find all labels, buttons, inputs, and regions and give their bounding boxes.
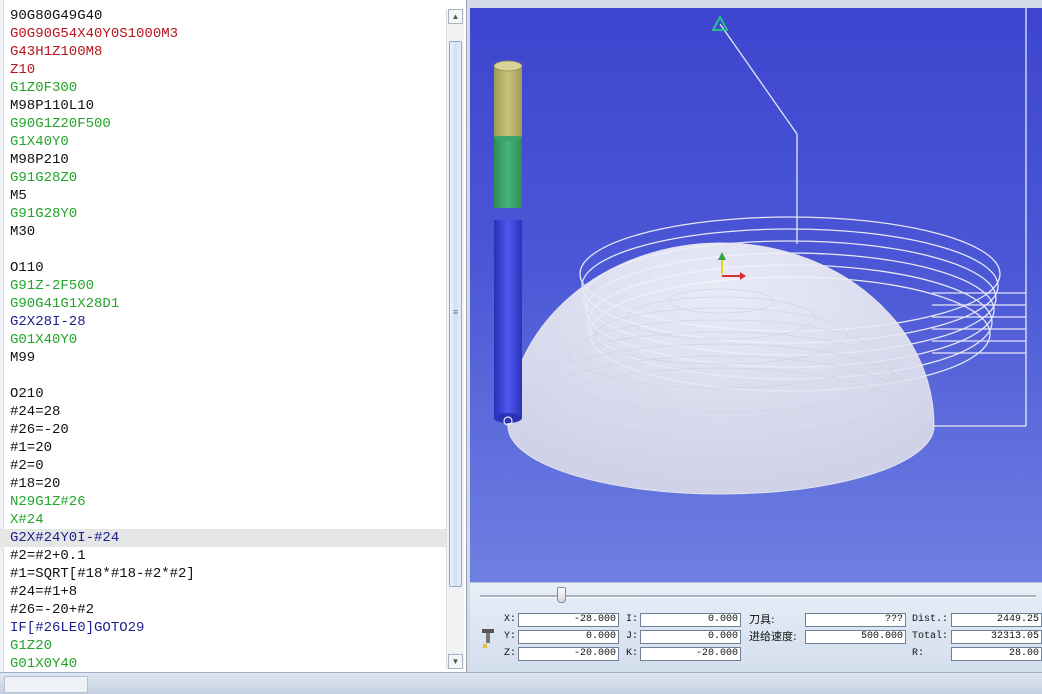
code-line[interactable]: #26=-20 xyxy=(10,421,446,439)
code-line[interactable]: G01X0Y40 xyxy=(10,655,446,672)
y-value-field: 0.000 xyxy=(518,630,619,644)
dist-label: Dist.: xyxy=(912,614,949,625)
z-label: Z: xyxy=(504,648,517,659)
editor-gutter xyxy=(0,0,4,672)
nc-code-lines[interactable]: 90G80G49G40 G0G90G54X40Y0S1000M3 G43H1Z100… xyxy=(0,7,446,672)
code-line[interactable]: G1Z20 xyxy=(10,637,446,655)
tool-label: 刀具: xyxy=(749,613,775,626)
code-line[interactable]: G1X40Y0 xyxy=(10,133,446,151)
j-label: J: xyxy=(626,631,639,642)
total-value-field: 32313.05 xyxy=(951,630,1042,644)
feed-rate-label: 进给速度: xyxy=(749,630,797,643)
code-line[interactable]: #18=20 xyxy=(10,475,446,493)
code-line[interactable]: #26=-20+#2 xyxy=(10,601,446,619)
simulation-scene xyxy=(493,8,1027,495)
triangle-marker-icon xyxy=(711,14,729,31)
code-line[interactable]: O210 xyxy=(10,385,446,403)
cutting-tool xyxy=(493,60,523,426)
code-line[interactable]: G90G1Z20F500 xyxy=(10,115,446,133)
code-line[interactable]: G91Z-2F500 xyxy=(10,277,446,295)
tool-icon xyxy=(482,629,494,649)
scrollbar-thumb[interactable]: ≡ xyxy=(449,41,462,587)
scroll-down-arrow-icon[interactable]: ▼ xyxy=(448,654,463,669)
code-line[interactable] xyxy=(10,367,446,385)
code-line[interactable]: #1=20 xyxy=(10,439,446,457)
code-line[interactable]: M5 xyxy=(10,187,446,205)
code-line[interactable]: #24=#1+8 xyxy=(10,583,446,601)
editor-vertical-scrollbar[interactable]: ▲ ≡ ▼ xyxy=(446,9,464,669)
r-label: R: xyxy=(912,648,925,659)
code-line[interactable]: G91G28Z0 xyxy=(10,169,446,187)
code-line[interactable]: #2=#2+0.1 xyxy=(10,547,446,565)
playback-slider-thumb[interactable] xyxy=(556,587,566,603)
nc-code-editor[interactable]: 90G80G49G40 G0G90G54X40Y0S1000M3 G43H1Z100… xyxy=(0,0,467,672)
code-line[interactable]: X#24 xyxy=(10,511,446,529)
code-line[interactable]: G0G90G54X40Y0S1000M3 xyxy=(10,25,446,43)
code-line[interactable]: G1Z0F300 xyxy=(10,79,446,97)
j-value-field: 0.000 xyxy=(640,630,741,644)
code-line[interactable]: M98P210 xyxy=(10,151,446,169)
code-line[interactable]: M98P110L10 xyxy=(10,97,446,115)
code-line[interactable]: G43H1Z100M8 xyxy=(10,43,446,61)
code-line[interactable]: M30 xyxy=(10,223,446,241)
scroll-up-arrow-icon[interactable]: ▲ xyxy=(448,9,463,24)
y-label: Y: xyxy=(504,631,517,642)
code-line[interactable]: IF[#26LE0]GOTO29 xyxy=(10,619,446,637)
feed-rate-value-field: 500.000 xyxy=(805,630,906,644)
z-value-field: -20.000 xyxy=(518,647,619,661)
scrollbar-grip-icon: ≡ xyxy=(453,307,459,317)
tool-value-field: ??? xyxy=(805,613,906,627)
x-label: X: xyxy=(504,614,517,625)
status-bar-cell xyxy=(4,676,88,693)
code-line[interactable]: G91G28Y0 xyxy=(10,205,446,223)
code-line[interactable]: #24=28 xyxy=(10,403,446,421)
status-bar xyxy=(0,672,1042,694)
simulation-3d-viewport[interactable]: β xyxy=(470,8,1042,582)
x-value-field: -28.000 xyxy=(518,613,619,627)
total-label: Total: xyxy=(912,631,949,642)
readout-panel: X: -28.000 Y: 0.000 Z: -20.000 I: 0.000 … xyxy=(470,582,1042,673)
hemisphere-workpiece xyxy=(507,242,935,495)
code-line[interactable]: G90G41G1X28D1 xyxy=(10,295,446,313)
code-line[interactable]: 90G80G49G40 xyxy=(10,7,446,25)
code-line[interactable]: N29G1Z#26 xyxy=(10,493,446,511)
code-line[interactable]: G2X28I-28 xyxy=(10,313,446,331)
code-line[interactable]: #1=SQRT[#18*#18-#2*#2] xyxy=(10,565,446,583)
k-value-field: -20.000 xyxy=(640,647,741,661)
k-label: K: xyxy=(626,648,639,659)
i-label: I: xyxy=(626,614,639,625)
i-value-field: 0.000 xyxy=(640,613,741,627)
code-line[interactable]: G01X40Y0 xyxy=(10,331,446,349)
code-line[interactable]: O110 xyxy=(10,259,446,277)
code-line[interactable]: #2=0 xyxy=(10,457,446,475)
r-value-field: 28.00 xyxy=(951,647,1042,661)
dist-value-field: 2449.25 xyxy=(951,613,1042,627)
code-line[interactable] xyxy=(10,241,446,259)
code-line[interactable]: M99 xyxy=(10,349,446,367)
code-line[interactable]: Z10 xyxy=(10,61,446,79)
code-line[interactable]: G2X#24Y0I-#24 xyxy=(0,529,446,547)
